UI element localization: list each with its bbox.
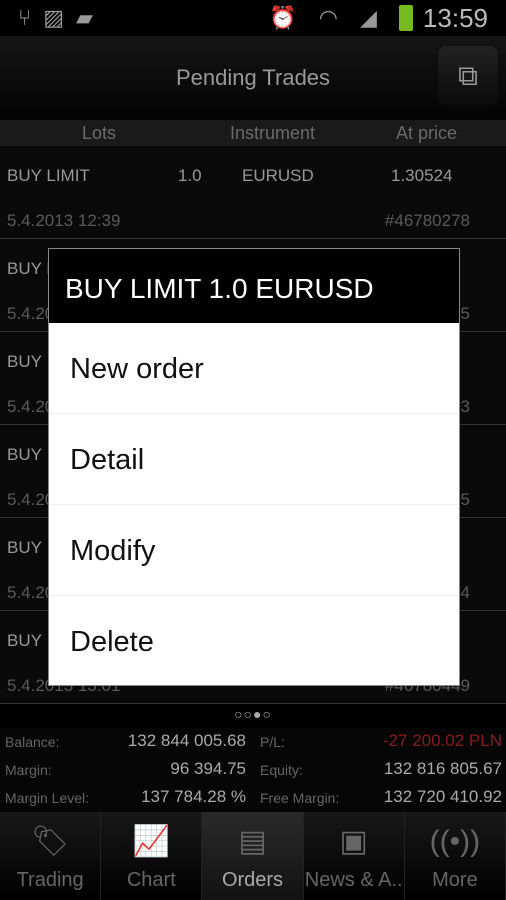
order-type: BUY — [7, 538, 42, 557]
broadcast-icon: ((•)) — [429, 825, 481, 858]
tab-label: Orders — [221, 869, 284, 891]
menu-item-detail[interactable]: Detail — [49, 414, 459, 505]
image-icon: ▨ — [43, 5, 64, 30]
free-margin-value: 132 720 410.92 — [383, 787, 502, 806]
account-summary: Balance: 132 844 005.68 P/L: -27 200.02 … — [0, 728, 506, 812]
menu-item-delete[interactable]: Delete — [49, 596, 459, 687]
margin-label: Margin: — [5, 762, 52, 778]
free-margin-label: Free Margin: — [260, 790, 340, 806]
balance-value: 132 844 005.68 — [127, 731, 246, 750]
tab-more[interactable]: ((•)) More — [405, 812, 506, 900]
wifi-icon: ◠ — [318, 5, 338, 30]
presentation-icon: ▣ — [339, 825, 368, 858]
order-type: BUY — [7, 631, 42, 650]
order-date: 5.4.2013 12:39 — [7, 211, 121, 230]
tab-label: News & A.. — [304, 869, 403, 891]
pl-label: P/L: — [260, 734, 285, 750]
order-type: BUY — [7, 352, 42, 371]
order-lots: 1.0 — [178, 166, 202, 185]
column-lots: Lots — [82, 123, 117, 143]
order-type: BUY — [7, 445, 42, 464]
tab-news[interactable]: ▣ News & A.. — [304, 812, 405, 900]
order-type: BUY LIMIT — [7, 166, 90, 185]
close-selection-icon: ⧉ — [458, 59, 478, 91]
close-selection-button[interactable]: ⧉ — [438, 46, 498, 106]
battery-charging-icon — [398, 5, 413, 31]
order-id: 3 — [460, 397, 470, 416]
tab-label: Trading — [16, 869, 84, 891]
margin-level-value: 137 784.28 % — [141, 787, 246, 806]
bottom-tab-bar: 🏷 Trading 📈 Chart ▤ Orders ▣ News & A.. ((•)… — [0, 812, 506, 900]
clock: 13:59 — [422, 2, 488, 33]
margin-value: 96 394.75 — [170, 759, 246, 778]
tab-trading[interactable]: 🏷 Trading — [0, 812, 102, 900]
status-bar: ⑂ ▨ ▰ ⏰ ◠ ◢ 13:59 — [0, 0, 506, 36]
page-title: Pending Trades — [175, 65, 331, 90]
equity-value: 132 816 805.67 — [383, 759, 502, 778]
tab-chart[interactable]: 📈 Chart — [101, 812, 203, 900]
order-id: 4 — [460, 583, 470, 602]
tab-orders[interactable]: ▤ Orders — [202, 812, 304, 900]
dialog-title: BUY LIMIT 1.0 EURUSD — [49, 249, 459, 323]
orders-icon: ▤ — [238, 825, 267, 858]
order-instrument: EURUSD — [242, 166, 314, 185]
pl-value: -27 200.02 PLN — [382, 731, 502, 750]
equity-label: Equity: — [260, 762, 303, 778]
menu-item-modify[interactable]: Modify — [49, 505, 459, 596]
balance-label: Balance: — [5, 734, 60, 750]
message-icon: ▰ — [76, 5, 93, 30]
order-id: 5 — [460, 490, 470, 509]
column-instrument: Instrument — [230, 123, 316, 143]
page-indicator: ○○●○ — [234, 706, 272, 722]
alarm-icon: ⏰ — [269, 5, 297, 30]
column-price: At price — [396, 123, 458, 143]
chart-icon: 📈 — [132, 825, 170, 858]
usb-icon: ⑂ — [18, 5, 32, 30]
order-price: 1.30524 — [391, 166, 453, 185]
table-row[interactable]: BUY LIMIT 1.0 EURUSD 1.30524 5.4.2013 12:39 #… — [0, 146, 506, 239]
menu-item-new-order[interactable]: New order — [49, 323, 459, 414]
tab-label: More — [432, 869, 478, 891]
context-menu-dialog: BUY LIMIT 1.0 EURUSD New order Detail Mo… — [48, 248, 460, 686]
column-header: Lots Instrument At price — [0, 120, 506, 146]
price-tag-icon: 🏷 — [31, 825, 70, 858]
app-header: Pending Trades ⧉ — [0, 36, 506, 120]
signal-icon: ◢ — [360, 5, 377, 30]
order-id: #46780278 — [384, 211, 470, 230]
margin-level-label: Margin Level: — [5, 790, 90, 806]
tab-label: Chart — [126, 869, 176, 891]
